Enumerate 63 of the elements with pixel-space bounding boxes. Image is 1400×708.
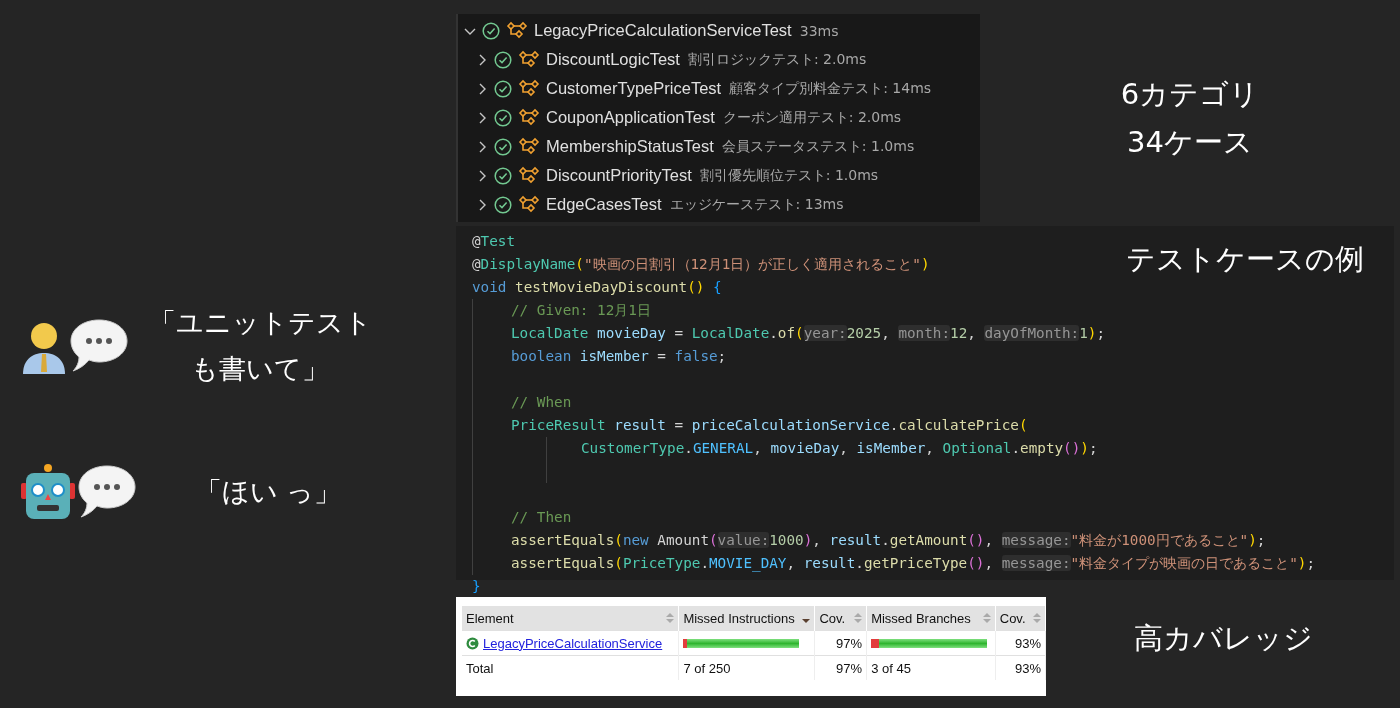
test-name: CouponApplicationTest — [546, 108, 715, 127]
robot-icon — [20, 463, 76, 521]
code-line: assertEquals(new Amount(value:1000), result.getAmount(), message:"料金が1000円であること"); — [511, 531, 1266, 550]
test-suite-icon — [518, 194, 540, 215]
test-detail: クーポン適用テスト: 2.0ms — [722, 108, 902, 127]
column-header[interactable]: Missed Instructions — [678, 606, 815, 631]
code-line: boolean isMember = false; — [511, 347, 727, 366]
code-line: void testMovieDayDiscount() { — [472, 278, 722, 297]
table-cell: 97% — [836, 635, 863, 651]
test-name: DiscountLogicTest — [546, 50, 680, 69]
class-link[interactable]: LegacyPriceCalculationService — [483, 635, 663, 651]
test-name: LegacyPriceCalculationServiceTest — [534, 21, 792, 40]
test-detail: 会員ステータステスト: 1.0ms — [721, 137, 915, 156]
table-cell: 7 of 250 — [683, 660, 731, 676]
table-cell: 93% — [1014, 635, 1041, 651]
column-header[interactable]: Cov. — [814, 606, 867, 631]
test-tree-item[interactable]: CouponApplicationTest クーポン適用テスト: 2.0ms — [458, 103, 980, 132]
test-detail: 割引ロジックテスト: 2.0ms — [687, 50, 867, 69]
caption-text: 高カバレッジ — [1133, 621, 1313, 655]
speech-text: も書いて」 — [191, 353, 329, 384]
test-suite-icon — [518, 107, 540, 128]
test-detail: 顧客タイプ別料金テスト: 14ms — [729, 79, 932, 98]
test-tree-item[interactable]: EdgeCasesTest エッジケーステスト: 13ms — [458, 190, 980, 219]
test-detail: 割引優先順位テスト: 1.0ms — [699, 166, 879, 185]
caption-text: 6カテゴリ — [1120, 77, 1260, 111]
test-tree-item[interactable]: DiscountPriorityTest 割引優先順位テスト: 1.0ms — [458, 161, 980, 190]
test-suite-icon — [518, 165, 540, 186]
test-tree-item[interactable]: LegacyPriceCalculationServiceTest 33ms — [458, 16, 980, 45]
column-header[interactable]: Element — [462, 606, 679, 631]
test-tree-item[interactable]: CustomerTypePriceTest 顧客タイプ別料金テスト: 14ms — [458, 74, 980, 103]
table-cell: 97% — [836, 660, 863, 676]
test-name: DiscountPriorityTest — [546, 166, 692, 185]
test-name: MembershipStatusTest — [546, 137, 714, 156]
code-line: CustomerType.GENERAL, movieDay, isMember, Optional.empty()); — [581, 439, 1098, 458]
test-detail: エッジケーステスト: 13ms — [669, 195, 844, 214]
code-line: // When — [511, 393, 572, 412]
column-header[interactable]: Missed Branches — [866, 606, 996, 631]
test-tree-item[interactable]: DiscountLogicTest 割引ロジックテスト: 2.0ms — [458, 45, 980, 74]
table-cell: Total — [466, 660, 494, 676]
caption-text: テストケースの例 — [1126, 241, 1364, 278]
caption-text: 34ケース — [1127, 125, 1253, 159]
code-line: @Test — [472, 232, 516, 251]
test-tree-item[interactable]: MembershipStatusTest 会員ステータステスト: 1.0ms — [458, 132, 980, 161]
code-line: LocalDate movieDay = LocalDate.of(year:2025, month:12, dayOfMonth:1); — [511, 324, 1105, 343]
speech-text: 「ほい っ」 — [194, 476, 342, 507]
test-suite-icon — [518, 49, 540, 70]
test-suite-icon — [518, 136, 540, 157]
code-line: // Then — [511, 508, 572, 527]
test-detail: 33ms — [799, 22, 839, 39]
class-icon — [466, 636, 479, 650]
speech-text: 「ユニットテスト — [148, 307, 372, 338]
test-suite-icon — [518, 78, 540, 99]
table-cell: 3 of 45 — [871, 660, 911, 676]
table-cell: 93% — [1014, 660, 1041, 676]
code-line: assertEquals(PriceType.MOVIE_DAY, result.getPriceType(), message:"料金タイプが映画の日であること"); — [511, 554, 1315, 574]
test-name: EdgeCasesTest — [546, 195, 662, 214]
code-line: // Given: 12月1日 — [511, 301, 651, 320]
test-suite-icon — [506, 20, 528, 41]
code-line: } — [472, 577, 481, 596]
test-name: CustomerTypePriceTest — [546, 79, 722, 98]
code-line: PriceResult result = priceCalculationService.calculatePrice( — [511, 416, 1028, 435]
column-header[interactable]: Cov. — [995, 606, 1046, 631]
code-line: @DisplayName("映画の日割引（12月1日）が正しく適用されること") — [472, 255, 930, 274]
